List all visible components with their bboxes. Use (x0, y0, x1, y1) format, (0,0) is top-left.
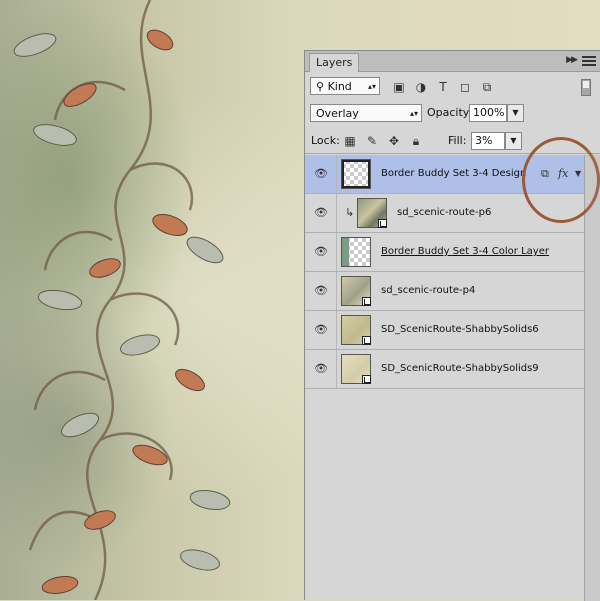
filter-row: ⚲ Kind ▴▾ ▣ ◑ T ◻ ⧉ (305, 73, 600, 99)
kind-filter-select[interactable]: ⚲ Kind ▴▾ (310, 77, 380, 95)
layer-thumbnail[interactable] (341, 237, 371, 267)
layer-thumbnail[interactable] (341, 159, 371, 189)
column-divider (336, 311, 337, 349)
tab-layers[interactable]: Layers (309, 53, 360, 72)
layer-name[interactable]: SD_ScenicRoute-ShabbySolids6 (381, 322, 539, 338)
layer-thumbnail[interactable] (341, 315, 371, 345)
layer-thumbnail[interactable] (357, 198, 387, 228)
smart-object-filter-icon[interactable]: ⧉ (479, 79, 495, 95)
column-divider (336, 233, 337, 271)
layers-scrollbar[interactable] (584, 155, 600, 601)
eye-visibility-icon[interactable]: 👁︎ (314, 284, 328, 298)
collapse-icon[interactable]: ▶▶ (566, 55, 578, 65)
fill-label: Fill: (448, 134, 467, 147)
fill-dropdown-button[interactable]: ▼ (505, 132, 522, 150)
layer-name[interactable]: sd_scenic-route-p4 (381, 283, 475, 299)
blend-row: Overlay ▴▾ Opacity: 100% ▼ (305, 101, 600, 125)
layer-name[interactable]: sd_scenic-route-p6 (397, 205, 491, 221)
column-divider (336, 194, 337, 232)
lock-position-move-icon[interactable]: ✥ (387, 134, 401, 148)
opacity-field[interactable]: 100% (469, 104, 507, 122)
smart-object-badge-icon (362, 375, 371, 384)
smart-object-badge-icon (362, 297, 371, 306)
annotation-highlight-circle (522, 137, 600, 223)
layer-name[interactable]: Border Buddy Set 3-4 Design (381, 166, 526, 182)
column-divider (336, 272, 337, 310)
kind-filter-label: Kind (327, 80, 352, 93)
eye-visibility-icon[interactable]: 👁︎ (314, 206, 328, 220)
pixel-layer-filter-icon[interactable]: ▣ (391, 79, 407, 95)
updown-arrow-icon: ▴▾ (367, 82, 376, 91)
panel-menu-icon[interactable] (582, 54, 596, 66)
smart-object-badge-icon (378, 219, 387, 228)
panel-header: Layers ▶▶ (305, 51, 600, 72)
eye-visibility-icon[interactable]: 👁︎ (314, 323, 328, 337)
layer-row-color-layer[interactable]: 👁︎ Border Buddy Set 3-4 Color Layer (305, 233, 585, 272)
layer-thumbnail[interactable] (341, 276, 371, 306)
updown-arrow-icon: ▴▾ (409, 109, 418, 118)
opacity-label: Opacity: (427, 106, 473, 119)
layers-panel: Layers ▶▶ ⚲ Kind ▴▾ ▣ ◑ T ◻ ⧉ Overlay ▴▾… (304, 50, 600, 601)
layer-row-shabby-solids9[interactable]: 👁︎ SD_ScenicRoute-ShabbySolids9 (305, 350, 585, 389)
fill-field[interactable]: 3% (471, 132, 505, 150)
clipping-mask-arrow-icon: ↳ (345, 206, 355, 219)
shape-layer-filter-icon[interactable]: ◻ (457, 79, 473, 95)
adjustment-layer-filter-icon[interactable]: ◑ (413, 79, 429, 95)
lock-all-padlock-icon[interactable]: 🔒︎ (409, 134, 423, 148)
lock-label: Lock: (311, 134, 340, 147)
layer-row-shabby-solids6[interactable]: 👁︎ SD_ScenicRoute-ShabbySolids6 (305, 311, 585, 350)
blend-mode-value: Overlay (316, 107, 359, 120)
smart-object-badge-icon (362, 336, 371, 345)
filter-toggle-switch[interactable] (581, 79, 591, 96)
layer-row-scenic-route-p4[interactable]: 👁︎ sd_scenic-route-p4 (305, 272, 585, 311)
layer-thumbnail[interactable] (341, 354, 371, 384)
column-divider (336, 155, 337, 193)
search-icon: ⚲ (316, 80, 328, 93)
lock-transparent-pixels-icon[interactable]: ▦ (343, 134, 357, 148)
opacity-dropdown-button[interactable]: ▼ (507, 104, 524, 122)
layer-name[interactable]: SD_ScenicRoute-ShabbySolids9 (381, 361, 539, 377)
eye-visibility-icon[interactable]: 👁︎ (314, 362, 328, 376)
column-divider (336, 350, 337, 388)
blend-mode-select[interactable]: Overlay ▴▾ (310, 104, 422, 122)
eye-visibility-icon[interactable]: 👁︎ (314, 167, 328, 181)
eye-visibility-icon[interactable]: 👁︎ (314, 245, 328, 259)
lock-image-pixels-brush-icon[interactable]: ✎ (365, 134, 379, 148)
layer-name[interactable]: Border Buddy Set 3-4 Color Layer (381, 244, 549, 260)
type-layer-filter-icon[interactable]: T (435, 79, 451, 95)
